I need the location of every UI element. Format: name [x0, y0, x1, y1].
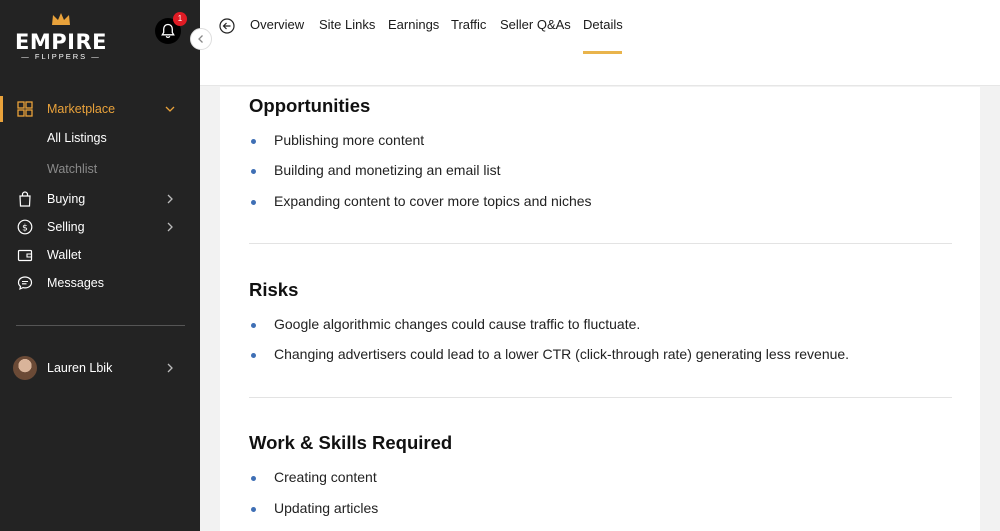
chevron-down-icon [165, 106, 175, 112]
list-item: Creating content [274, 469, 377, 485]
shopping-bag-icon [19, 191, 31, 207]
svg-text:$: $ [22, 224, 28, 234]
chevron-right-icon [167, 222, 173, 232]
tab-details[interactable]: Details [583, 17, 623, 32]
section-divider [249, 243, 952, 244]
sidebar-user-menu[interactable]: Lauren Lbik [0, 356, 200, 380]
section-title-risks: Risks [249, 279, 299, 300]
sidebar-subitem-all-listings[interactable]: All Listings [47, 131, 107, 145]
details-content: Opportunities Publishing more content Bu… [220, 87, 980, 531]
list-item: Expanding content to cover more topics a… [274, 193, 592, 209]
bullet [251, 476, 256, 481]
sidebar: EMPIRE — FLIPPERS — 1 Marketplace All Li… [0, 0, 200, 531]
sidebar-subitem-watchlist[interactable]: Watchlist [47, 162, 97, 176]
list-item: Publishing more content [274, 132, 425, 148]
logo-tagline: — FLIPPERS — [21, 52, 101, 61]
sidebar-item-buying[interactable]: Buying [0, 187, 200, 211]
chat-icon [17, 276, 33, 291]
collapse-sidebar-button[interactable] [190, 28, 212, 50]
bullet [251, 353, 256, 358]
bullet [251, 323, 256, 328]
sidebar-item-marketplace[interactable]: Marketplace [0, 97, 200, 121]
user-name: Lauren Lbik [47, 361, 113, 375]
dollar-circle-icon: $ [17, 219, 33, 235]
crown-icon [52, 13, 70, 25]
tab-earnings[interactable]: Earnings [388, 17, 439, 32]
sidebar-item-wallet[interactable]: Wallet [0, 243, 200, 267]
list-item: Google algorithmic changes could cause t… [274, 316, 641, 332]
tab-seller-qas[interactable]: Seller Q&As [500, 17, 571, 32]
list-item: Building and monetizing an email list [274, 162, 501, 178]
section-title-opportunities: Opportunities [249, 95, 371, 116]
logo-wordmark: EMPIRE [15, 30, 107, 54]
chevron-right-icon [167, 363, 173, 373]
tab-traffic[interactable]: Traffic [451, 17, 486, 32]
section-title-work-skills: Work & Skills Required [249, 432, 453, 453]
back-arrow-icon[interactable] [219, 18, 235, 34]
bullet [251, 139, 256, 144]
active-tab-underline [583, 51, 622, 54]
tab-site-links[interactable]: Site Links [319, 17, 375, 32]
notification-count-badge: 1 [173, 12, 187, 26]
sidebar-item-label: Buying [47, 192, 86, 206]
top-nav: Overview Site Links Earnings Traffic Sel… [200, 0, 1000, 86]
sidebar-item-selling[interactable]: $ Selling [0, 215, 200, 239]
sidebar-item-label: Messages [47, 276, 104, 290]
bullet [251, 169, 256, 174]
bell-icon [161, 23, 175, 39]
grid-icon [17, 101, 33, 117]
wallet-icon [17, 249, 33, 262]
list-item: Changing advertisers could lead to a low… [274, 346, 850, 362]
sidebar-divider [16, 325, 185, 326]
list-item: Updating articles [274, 500, 379, 516]
chevron-right-icon [167, 194, 173, 204]
empire-flippers-logo[interactable]: EMPIRE — FLIPPERS — [14, 12, 108, 64]
sidebar-item-label: Wallet [47, 248, 82, 262]
sidebar-item-label: Marketplace [47, 102, 116, 116]
section-divider [249, 397, 952, 398]
tab-overview[interactable]: Overview [250, 17, 304, 32]
sidebar-item-messages[interactable]: Messages [0, 271, 200, 295]
bullet [251, 200, 256, 205]
bullet [251, 507, 256, 512]
chevron-left-icon [198, 35, 203, 43]
sidebar-item-label: Selling [47, 220, 85, 234]
